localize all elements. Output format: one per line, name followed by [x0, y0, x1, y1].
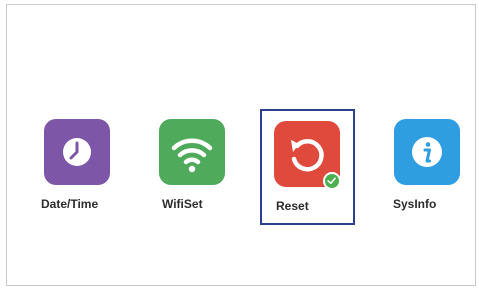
app-sys-info[interactable]: SysInfo: [385, 119, 469, 219]
app-reset[interactable]: Reset: [260, 109, 355, 225]
app-wifi-set[interactable]: WifiSet: [150, 119, 234, 219]
info-icon: [412, 137, 442, 167]
sys-info-label: SysInfo: [393, 197, 437, 211]
wifi-set-tile[interactable]: [159, 119, 225, 185]
check-icon: [327, 177, 336, 185]
reset-label: Reset: [276, 199, 309, 213]
sys-info-tile[interactable]: [394, 119, 460, 185]
date-time-tile[interactable]: [44, 119, 110, 185]
device-screen: Date/Time WifiSet Reset SysInfo: [6, 4, 476, 286]
date-time-label: Date/Time: [41, 197, 99, 211]
wifi-icon: [171, 138, 213, 173]
check-badge: [323, 172, 341, 190]
app-date-time[interactable]: Date/Time: [35, 119, 119, 219]
clock-icon: [63, 138, 91, 166]
wifi-set-label: WifiSet: [162, 197, 203, 211]
